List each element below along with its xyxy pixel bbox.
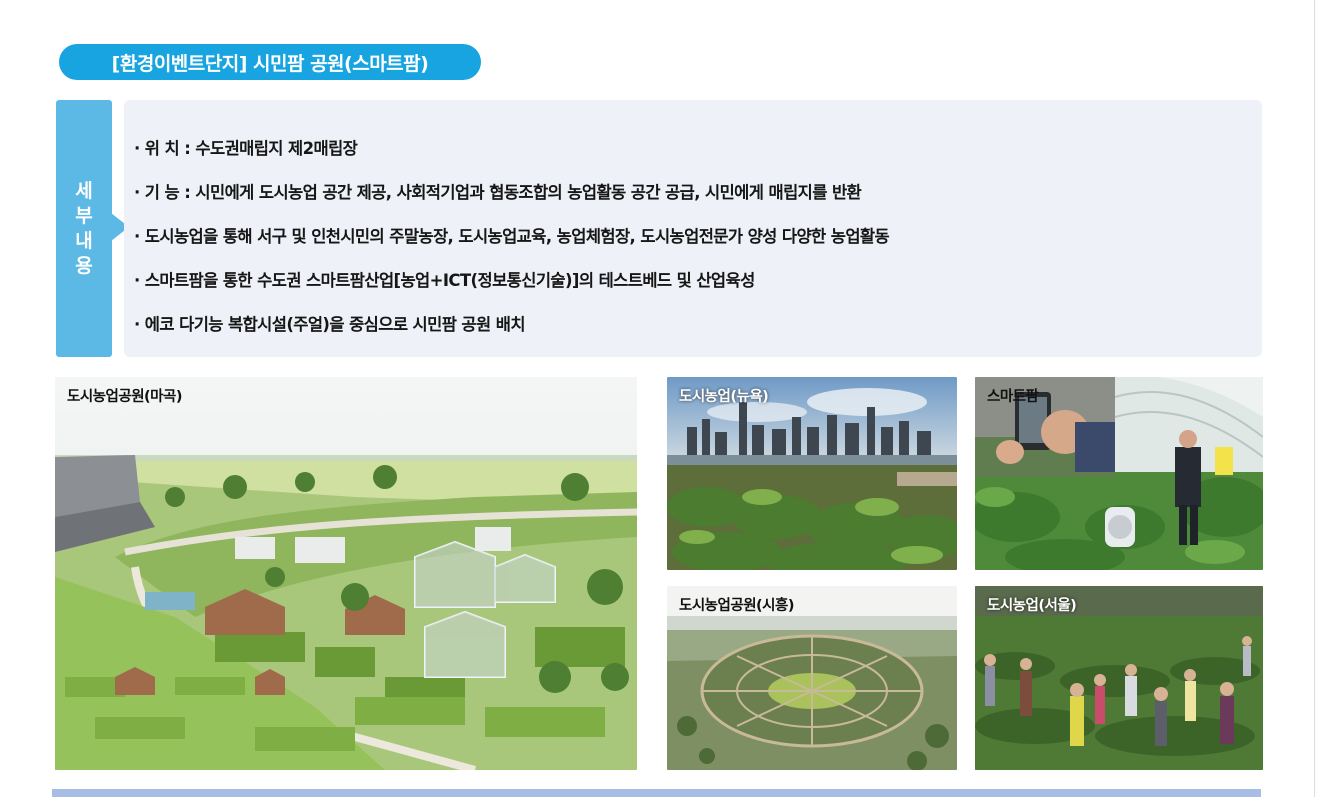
page-edge-rule — [1314, 0, 1315, 797]
photo-smartfarm: 스마트팜 — [975, 377, 1263, 570]
detail-function: · 기 능 : 시민에게 도시농업 공간 제공, 사회적기업과 협동조합의 농업… — [134, 183, 862, 202]
details-tab-char: 부 — [75, 204, 93, 227]
section-title-text: [환경이벤트단지] 시민팜 공원(스마트팜) — [111, 52, 429, 75]
photo-caption: 도시농업공원(마곡) — [67, 389, 182, 405]
photo-caption: 도시농업공원(시흥) — [679, 598, 794, 614]
photo-magok-park: 도시농업공원(마곡) — [55, 377, 637, 770]
magok-illustration — [55, 377, 637, 770]
footer-bar — [52, 789, 1261, 797]
details-tab-char: 용 — [75, 254, 93, 277]
details-tab-char: 내 — [75, 229, 93, 252]
photo-newyork-farm: 도시농업(뉴욕) — [667, 377, 957, 570]
section-title: [환경이벤트단지] 시민팜 공원(스마트팜) — [59, 44, 481, 80]
photo-caption: 스마트팜 — [987, 389, 1039, 405]
detail-location: · 위 치 : 수도권매립지 제2매립장 — [134, 139, 358, 158]
photo-caption: 도시농업(서울) — [987, 598, 1077, 614]
detail-smartfarm: · 스마트팜을 통한 수도권 스마트팜산업[농업+ICT(정보통신기술)]의 테… — [134, 271, 755, 290]
detail-urban-farming: · 도시농업을 통해 서구 및 인천시민의 주말농장, 도시농업교육, 농업체험… — [134, 227, 890, 246]
detail-eco-facility: · 에코 다기능 복합시설(주얼)을 중심으로 시민팜 공원 배치 — [134, 315, 526, 334]
photo-seoul-farm: 도시농업(서울) — [975, 586, 1263, 770]
details-tab: 세 부 내 용 — [56, 100, 112, 357]
details-tab-char: 세 — [75, 179, 93, 202]
details-list: · 위 치 : 수도권매립지 제2매립장 · 기 능 : 시민에게 도시농업 공… — [134, 132, 890, 352]
photo-caption: 도시농업(뉴욕) — [679, 389, 769, 405]
photo-siheung-park: 도시농업공원(시흥) — [667, 586, 957, 770]
